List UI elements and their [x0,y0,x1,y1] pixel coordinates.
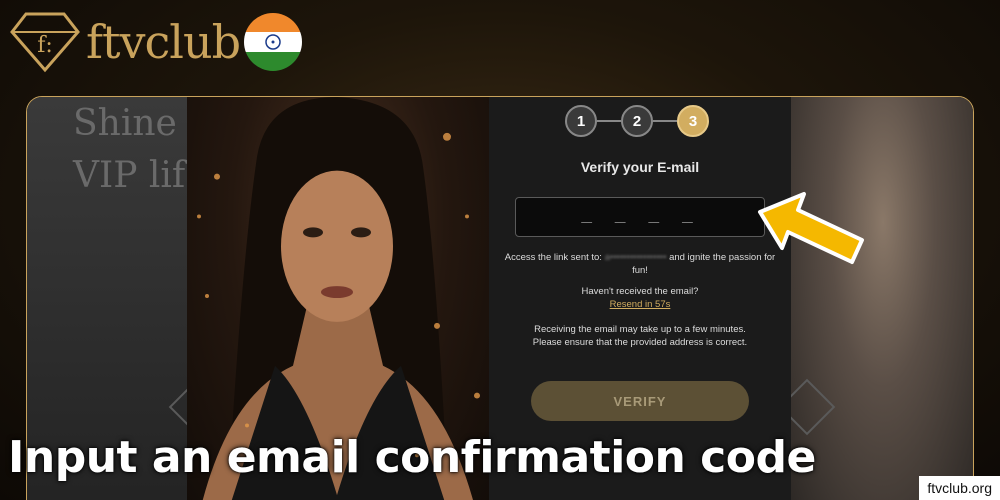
note-line-1: Receiving the email may take up to a few… [534,324,746,335]
step-1: 1 [565,105,597,137]
step-indicator: 1 2 3 [565,105,709,137]
india-flag-icon [244,13,303,71]
access-prefix: Access the link sent to: [504,252,602,263]
delivery-note: Receiving the email may take up to a few… [503,323,777,349]
resend-link[interactable]: Resend in 57s [503,298,777,311]
background-text-line2: VIP lif [73,155,186,196]
brand-name: ftvclub [86,15,241,69]
logo-letter: f: [37,33,53,58]
form-title: Verify your E-mail [580,159,700,175]
pointer-arrow-icon [758,192,864,264]
access-link-text: Access the link sent to: a••••••••••••••… [503,251,777,277]
step-3-active: 3 [677,105,709,137]
brand: f: ftvclub [8,10,303,74]
redacted-email: a••••••••••••••••• [604,252,667,263]
email-code-input[interactable]: _ _ _ _ [515,197,765,237]
watermark: ftvclub.org [919,476,1000,500]
step-connector [597,120,621,122]
note-line-2: Please ensure that the provided address … [532,337,748,348]
not-received-text: Haven't received the email? [581,286,699,297]
verify-button[interactable]: VERIFY [531,381,749,421]
step-connector [653,120,677,122]
diamond-logo-icon: f: [10,12,80,73]
background-right-photo [791,97,973,500]
step-2: 2 [621,105,653,137]
caption: Input an email confirmation code [8,432,816,483]
resend-block: Haven't received the email? Resend in 57… [503,285,777,311]
background-text-line1: Shine [73,103,177,144]
